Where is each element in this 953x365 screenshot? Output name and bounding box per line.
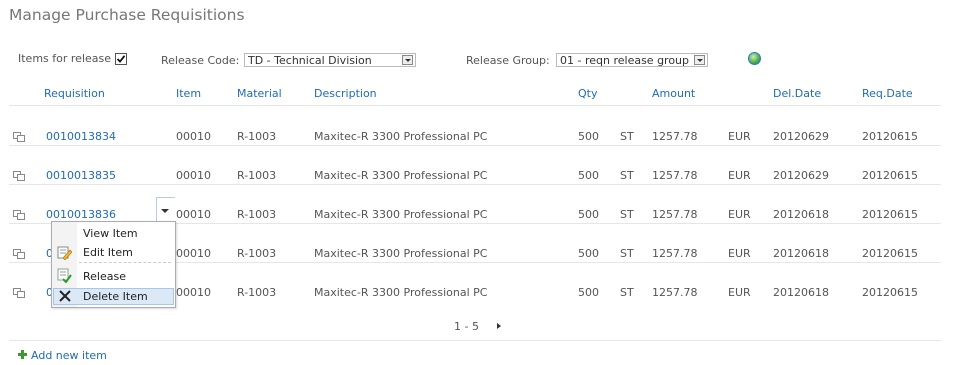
header-qty[interactable]: Qty (578, 87, 597, 100)
cell-requisition[interactable]: 0010013835 (46, 169, 116, 182)
delete-icon (59, 290, 71, 302)
header-item[interactable]: Item (176, 87, 201, 100)
cell-description: Maxitec-R 3300 Professional PC (314, 208, 488, 221)
header-requisition[interactable]: Requisition (44, 87, 105, 100)
dropdown-arrow-icon[interactable] (694, 55, 705, 65)
cell-item: 00010 (176, 247, 211, 260)
header-material[interactable]: Material (237, 87, 282, 100)
cell-description: Maxitec-R 3300 Professional PC (314, 169, 488, 182)
cell-description: Maxitec-R 3300 Professional PC (314, 286, 488, 299)
cell-unit: ST (620, 286, 634, 299)
cell-item: 00010 (176, 130, 211, 143)
release-code-value: TD - Technical Division (248, 54, 372, 67)
row-divider (9, 184, 941, 185)
cell-unit: ST (620, 208, 634, 221)
header-req-date[interactable]: Req.Date (862, 87, 913, 100)
cell-material: R-1003 (237, 286, 277, 299)
cell-amount: 1257.78 (652, 169, 698, 182)
cell-currency: EUR (728, 169, 751, 182)
cell-amount: 1257.78 (652, 208, 698, 221)
footer-divider (9, 340, 941, 341)
menu-separator (79, 262, 171, 263)
item-type-icon (13, 171, 25, 181)
cell-item: 00010 (176, 286, 211, 299)
row-divider (9, 145, 941, 146)
header-del-date[interactable]: Del.Date (773, 87, 821, 100)
items-for-release-checkbox[interactable] (115, 53, 127, 65)
cell-del-date: 20120618 (773, 247, 829, 260)
menu-item-delete[interactable]: Delete Item (83, 290, 148, 303)
next-page-icon[interactable] (497, 323, 501, 329)
release-group-value: 01 - reqn release group (560, 54, 690, 67)
cell-qty: 500 (578, 247, 599, 260)
header-amount[interactable]: Amount (652, 87, 695, 100)
add-icon[interactable] (18, 350, 27, 359)
item-type-icon (13, 288, 25, 298)
cell-description: Maxitec-R 3300 Professional PC (314, 247, 488, 260)
cell-qty: 500 (578, 208, 599, 221)
items-for-release-label: Items for release (18, 52, 112, 65)
cell-material: R-1003 (237, 130, 277, 143)
cell-currency: EUR (728, 247, 751, 260)
cell-currency: EUR (728, 286, 751, 299)
menu-item-release[interactable]: Release (83, 270, 126, 283)
cell-req-date: 20120615 (862, 208, 918, 221)
item-context-menu: View Item Edit Item Release Delete Item (51, 221, 176, 308)
item-type-icon (13, 210, 25, 220)
cell-del-date: 20120618 (773, 208, 829, 221)
release-group-label: Release Group: (466, 54, 550, 67)
cell-qty: 500 (578, 130, 599, 143)
cell-unit: ST (620, 169, 634, 182)
cell-requisition[interactable]: 0010013834 (46, 130, 116, 143)
dropdown-arrow-icon[interactable] (402, 55, 413, 65)
cell-req-date: 20120615 (862, 247, 918, 260)
menu-item-view[interactable]: View Item (83, 227, 138, 240)
cell-currency: EUR (728, 208, 751, 221)
cell-material: R-1003 (237, 169, 277, 182)
header-divider (9, 105, 941, 106)
cell-req-date: 20120615 (862, 130, 918, 143)
item-type-icon (13, 132, 25, 142)
cell-qty: 500 (578, 286, 599, 299)
checkmark-icon (116, 55, 126, 63)
item-type-icon (13, 249, 25, 259)
cell-req-date: 20120615 (862, 286, 918, 299)
pager-range: 1 - 5 (454, 320, 479, 333)
release-code-select[interactable]: TD - Technical Division (244, 53, 416, 67)
refresh-icon[interactable] (748, 52, 761, 65)
edit-icon (57, 246, 72, 260)
cell-item: 00010 (176, 169, 211, 182)
cell-material: R-1003 (237, 208, 277, 221)
cell-del-date: 20120629 (773, 130, 829, 143)
cell-unit: ST (620, 130, 634, 143)
cell-item: 00010 (176, 208, 211, 221)
cell-amount: 1257.78 (652, 286, 698, 299)
release-icon (57, 268, 72, 283)
header-description[interactable]: Description (314, 87, 377, 100)
cell-material: R-1003 (237, 247, 277, 260)
release-group-select[interactable]: 01 - reqn release group (556, 53, 708, 67)
cell-del-date: 20120618 (773, 286, 829, 299)
item-menu-dropdown-button[interactable] (156, 197, 175, 222)
cell-amount: 1257.78 (652, 247, 698, 260)
cell-unit: ST (620, 247, 634, 260)
cell-amount: 1257.78 (652, 130, 698, 143)
cell-currency: EUR (728, 130, 751, 143)
cell-del-date: 20120629 (773, 169, 829, 182)
release-code-label: Release Code: (161, 54, 240, 67)
cell-qty: 500 (578, 169, 599, 182)
menu-item-edit[interactable]: Edit Item (83, 246, 133, 259)
cell-req-date: 20120615 (862, 169, 918, 182)
cell-requisition[interactable]: 0010013836 (46, 208, 116, 221)
add-new-item-link[interactable]: Add new item (31, 349, 107, 362)
page-title: Manage Purchase Requisitions (9, 6, 245, 24)
cell-description: Maxitec-R 3300 Professional PC (314, 130, 488, 143)
